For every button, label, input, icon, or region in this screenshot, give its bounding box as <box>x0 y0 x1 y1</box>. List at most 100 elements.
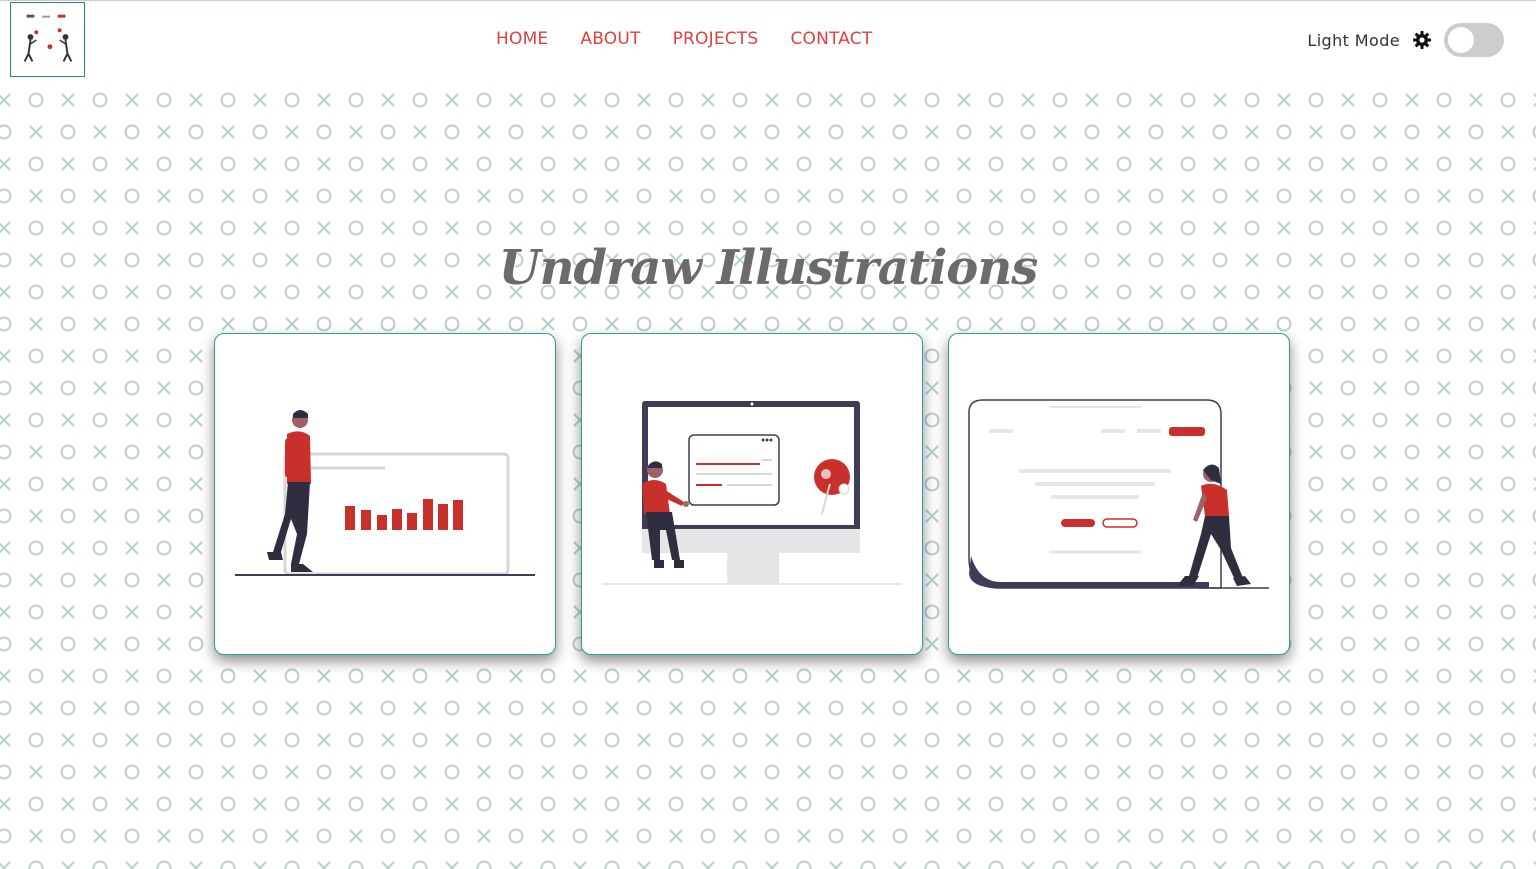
pattern-o-mark <box>444 764 460 780</box>
pattern-x-mark <box>925 701 939 715</box>
pattern-x-mark <box>381 797 395 811</box>
pattern-o-mark <box>220 156 236 172</box>
pattern-o-mark <box>860 860 876 869</box>
pattern-o-mark <box>28 156 44 172</box>
pattern-o-mark <box>604 860 620 869</box>
pattern-x-mark <box>189 733 203 747</box>
pattern-o-mark <box>1308 156 1324 172</box>
nav-projects-link[interactable]: PROJECTS <box>657 27 775 51</box>
theme-switcher: Light Mode <box>1307 23 1504 57</box>
pattern-x-mark <box>1405 157 1419 171</box>
pattern-o-mark <box>1084 828 1100 844</box>
pattern-x-mark <box>285 189 299 203</box>
nav-home-link[interactable]: HOME <box>480 27 564 51</box>
illustration-card-2[interactable] <box>581 333 923 655</box>
pattern-o-mark <box>252 700 268 716</box>
pattern-o-mark <box>796 860 812 869</box>
pattern-o-mark <box>1052 156 1068 172</box>
pattern-x-mark <box>605 317 619 331</box>
pattern-o-mark <box>124 444 140 460</box>
pattern-x-mark <box>765 93 779 107</box>
pattern-o-mark <box>604 796 620 812</box>
pattern-x-mark <box>157 573 171 587</box>
pattern-x-mark <box>925 829 939 843</box>
pattern-x-mark <box>61 733 75 747</box>
pattern-o-mark <box>1500 156 1516 172</box>
nav-contact-link[interactable]: CONTACT <box>774 27 888 51</box>
pattern-o-mark <box>540 860 556 869</box>
pattern-o-mark <box>1372 796 1388 812</box>
pattern-o-mark <box>476 860 492 869</box>
pattern-o-mark <box>0 316 12 332</box>
pattern-x-mark <box>61 93 75 107</box>
pattern-x-mark <box>1149 861 1163 869</box>
pattern-x-mark <box>765 797 779 811</box>
pattern-x-mark <box>189 157 203 171</box>
pattern-o-mark <box>956 764 972 780</box>
pattern-o-mark <box>700 124 716 140</box>
pattern-o-mark <box>1404 572 1420 588</box>
pattern-o-mark <box>92 156 108 172</box>
pattern-o-mark <box>156 92 172 108</box>
pattern-x-mark <box>637 669 651 683</box>
pattern-o-mark <box>1468 188 1484 204</box>
pattern-x-mark <box>93 765 107 779</box>
pattern-x-mark <box>1149 221 1163 235</box>
pattern-o-mark <box>860 220 876 236</box>
theme-toggle-switch[interactable] <box>1444 23 1504 57</box>
pattern-x-mark <box>541 125 555 139</box>
illustration-card-3[interactable] <box>948 333 1290 655</box>
pattern-x-mark <box>317 797 331 811</box>
pattern-o-mark <box>220 796 236 812</box>
pattern-x-mark <box>317 733 331 747</box>
nav-about-link[interactable]: ABOUT <box>564 27 656 51</box>
site-logo[interactable] <box>10 2 85 77</box>
pattern-o-mark <box>1404 508 1420 524</box>
pattern-o-mark <box>1372 860 1388 869</box>
pattern-x-mark <box>1309 445 1323 459</box>
pattern-o-mark <box>988 796 1004 812</box>
pattern-o-mark <box>1276 124 1292 140</box>
pattern-x-mark <box>285 317 299 331</box>
pattern-x-mark <box>605 765 619 779</box>
pattern-x-mark <box>1341 541 1355 555</box>
pattern-o-mark <box>1436 860 1452 869</box>
pattern-x-mark <box>1469 477 1483 491</box>
pattern-x-mark <box>1469 541 1483 555</box>
pattern-x-mark <box>1053 189 1067 203</box>
pattern-x-mark <box>1469 861 1483 869</box>
pattern-x-mark <box>861 125 875 139</box>
pattern-x-mark <box>381 93 395 107</box>
pattern-x-mark <box>1181 317 1195 331</box>
pattern-x-mark <box>93 317 107 331</box>
pattern-x-mark <box>1213 733 1227 747</box>
pattern-o-mark <box>316 124 332 140</box>
pattern-o-mark <box>188 828 204 844</box>
pattern-x-mark <box>1117 189 1131 203</box>
pattern-x-mark <box>1341 93 1355 107</box>
pattern-x-mark <box>1021 861 1035 869</box>
pattern-x-mark <box>1501 701 1515 715</box>
pattern-o-mark <box>668 220 684 236</box>
pattern-x-mark <box>1437 509 1451 523</box>
pattern-o-mark <box>1308 668 1324 684</box>
pattern-o-mark <box>1052 860 1068 869</box>
illustration-card-1[interactable] <box>214 333 556 655</box>
pattern-x-mark <box>1277 733 1291 747</box>
pattern-o-mark <box>1148 188 1164 204</box>
pattern-o-mark <box>476 92 492 108</box>
pattern-x-mark <box>93 125 107 139</box>
pattern-x-mark <box>1149 733 1163 747</box>
pattern-x-mark <box>1277 93 1291 107</box>
pattern-o-mark <box>892 124 908 140</box>
pattern-x-mark <box>381 733 395 747</box>
pattern-x-mark <box>1149 669 1163 683</box>
pattern-x-mark <box>989 765 1003 779</box>
pattern-x-mark <box>829 221 843 235</box>
pattern-x-mark <box>61 157 75 171</box>
pattern-x-mark <box>1053 765 1067 779</box>
pattern-x-mark <box>1117 765 1131 779</box>
pattern-x-mark <box>349 125 363 139</box>
pattern-x-mark <box>669 125 683 139</box>
pattern-o-mark <box>124 828 140 844</box>
